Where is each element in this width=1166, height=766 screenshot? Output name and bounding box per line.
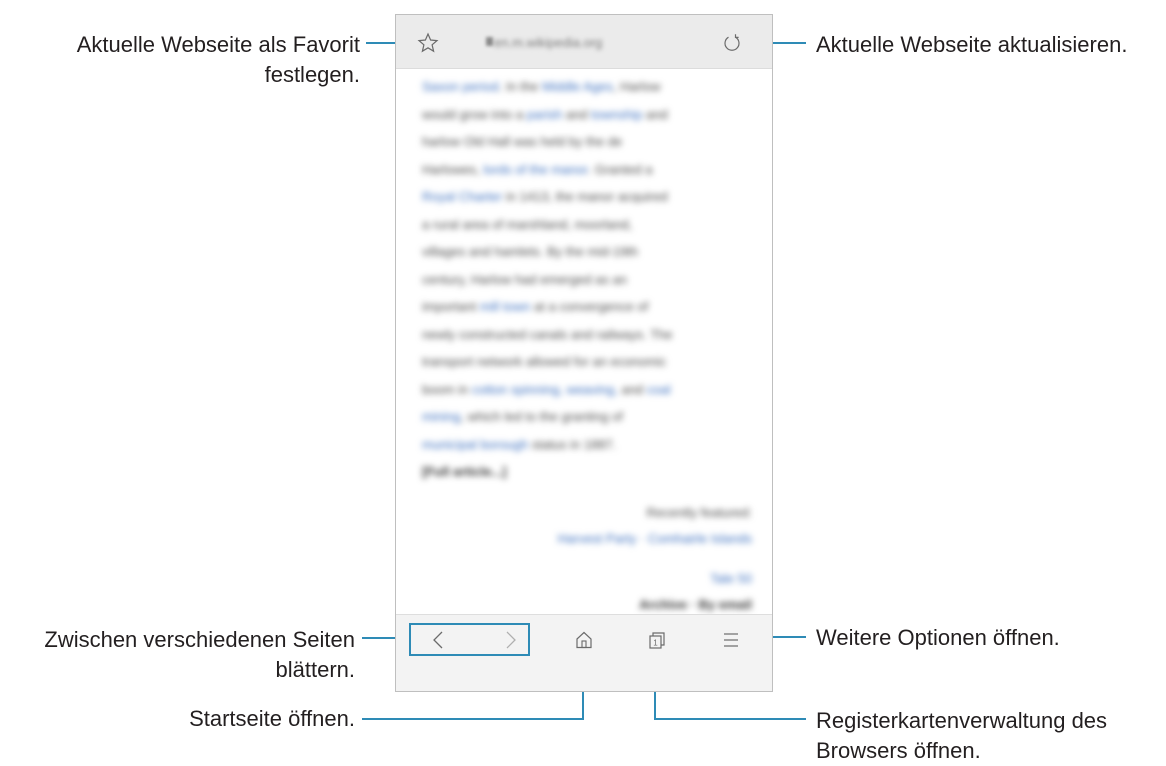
- content-line: villages and hamlets. By the mid-19th: [422, 244, 639, 259]
- callout-favorite-line1: Aktuelle Webseite als Favorit: [76, 32, 360, 57]
- page-content[interactable]: Saxon period. In the Middle Ages, Harlow…: [422, 73, 752, 618]
- callout-navigate-line1: Zwischen verschiedenen Seiten: [44, 627, 355, 652]
- content-line: Saxon period. In the Middle Ages, Harlow: [422, 79, 661, 94]
- recently-featured: Recently featured: Harvest Party · Comha…: [422, 500, 752, 552]
- content-line: transport network allowed for an economi…: [422, 354, 667, 369]
- callout-tabs: Registerkartenverwaltung des Browsers öf…: [816, 706, 1161, 766]
- callout-more: Weitere Optionen öffnen.: [816, 625, 1060, 650]
- content-line: municipal borough status in 1887.: [422, 436, 617, 452]
- footer-line[interactable]: Tale 50: [422, 566, 752, 592]
- callout-tabs-line1: Registerkartenverwaltung des: [816, 708, 1108, 733]
- url-text[interactable]: en.m.wikipedia.org: [494, 35, 602, 50]
- callout-navigate: Zwischen verschiedenen Seiten blättern.: [0, 625, 355, 685]
- content-line: century, Harlow had emerged as an: [422, 271, 627, 287]
- content-line: would grow into a parish and township an…: [422, 106, 668, 122]
- forward-icon[interactable]: [499, 628, 521, 652]
- tabs-icon[interactable]: 1: [646, 629, 668, 651]
- svg-text:1: 1: [653, 639, 658, 648]
- url-bar[interactable]: en.m.wikipedia.org: [396, 15, 772, 69]
- callout-home: Startseite öffnen.: [189, 706, 355, 731]
- recently-featured-label: Recently featured:: [646, 504, 752, 520]
- callout-home-leader-h: [362, 718, 584, 720]
- home-icon[interactable]: [573, 629, 595, 651]
- callout-refresh: Aktuelle Webseite aktualisieren.: [816, 32, 1128, 57]
- callout-tabs-leader-h: [655, 718, 806, 720]
- content-line: mining, which led to the granting of: [422, 409, 623, 424]
- callout-tabs-line2: Browsers öffnen.: [816, 738, 981, 763]
- bottom-toolbar: 1: [396, 614, 772, 691]
- star-icon[interactable]: [417, 32, 439, 54]
- callout-favorite: Aktuelle Webseite als Favorit festlegen.: [20, 30, 360, 90]
- lock-icon: [486, 37, 493, 46]
- recently-featured-links[interactable]: Harvest Party · Comhairle Islands: [422, 526, 752, 552]
- back-icon[interactable]: [428, 628, 450, 652]
- content-line: important mill town at a convergence of: [422, 299, 649, 314]
- browser-window: en.m.wikipedia.org Saxon period. In the …: [395, 14, 773, 692]
- callout-favorite-line2: festlegen.: [264, 62, 360, 87]
- page-footer: Tale 50 Archive · By email: [422, 566, 752, 618]
- content-line: Harlowes, lords of the manor. Granted a: [422, 161, 653, 177]
- content-line: Royal Charter in 1413, the manor acquire…: [422, 189, 668, 204]
- full-article-link[interactable]: [Full article...]: [422, 458, 752, 486]
- callout-navigate-line2: blättern.: [275, 657, 356, 682]
- content-line: boom in cotton spinning, weaving, and co…: [422, 381, 671, 397]
- menu-icon[interactable]: [720, 629, 742, 651]
- content-line: a rural area of marshland, moorland,: [422, 216, 633, 232]
- refresh-icon[interactable]: [721, 32, 743, 54]
- content-line: harlow Old Hall was held by the de: [422, 134, 623, 149]
- content-line: newly constructed canals and railways. T…: [422, 326, 673, 342]
